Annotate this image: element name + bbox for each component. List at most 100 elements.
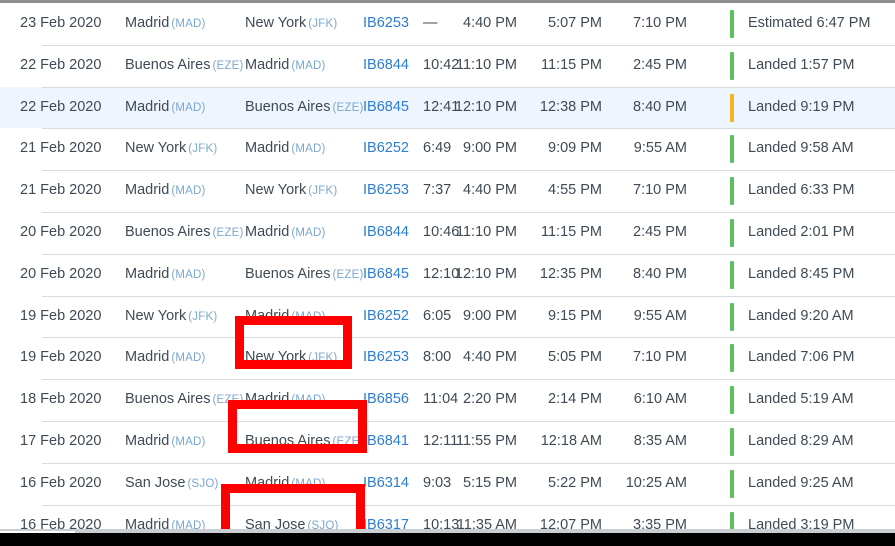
cell-origin-city: Buenos Aires: [125, 223, 211, 240]
cell-flight-number-link[interactable]: IB6314: [363, 463, 409, 505]
browser-top-chrome: [0, 0, 895, 3]
cell-origin-city: Buenos Aires: [125, 391, 211, 408]
cell-flight-number-link[interactable]: IB6253: [363, 170, 409, 212]
table-row[interactable]: 21 Feb 2020 New York (JFK) Madrid (MAD) IB625…: [0, 128, 895, 171]
cell-origin-code: (EZE): [212, 226, 244, 239]
cell-destination[interactable]: New York (JFK): [245, 170, 337, 212]
cell-origin[interactable]: Madrid (MAD): [125, 421, 206, 463]
cell-origin[interactable]: New York (JFK): [125, 128, 217, 170]
cell-status: Landed 9:19 PM: [748, 98, 855, 115]
cell-destination[interactable]: Madrid (MAD): [245, 296, 326, 338]
cell-destination-code: (JFK): [308, 352, 338, 365]
status-indicator-bar: [730, 469, 734, 498]
viewport-bottom-mask: [0, 533, 895, 546]
cell-flight-number-link[interactable]: IB6845: [363, 254, 409, 296]
cell-flight-number-link[interactable]: IB6252: [363, 296, 409, 338]
cell-destination-code: (JFK): [308, 185, 338, 198]
table-row[interactable]: 16 Feb 2020 San Jose (SJO) Madrid (MAD) IB631…: [0, 462, 895, 505]
cell-destination[interactable]: Buenos Aires (EZE): [245, 254, 363, 296]
cell-destination-code: (MAD): [291, 310, 326, 323]
table-row[interactable]: 21 Feb 2020 Madrid (MAD) New York (JFK) IB625…: [0, 170, 895, 212]
cell-origin[interactable]: Buenos Aires (EZE): [125, 45, 243, 87]
table-row[interactable]: 22 Feb 2020 Buenos Aires (EZE) Madrid (MAD) I…: [0, 44, 895, 87]
cell-date: 21 Feb 2020: [20, 140, 102, 157]
cell-destination[interactable]: New York (JFK): [245, 3, 337, 45]
cell-date: 20 Feb 2020: [20, 265, 102, 282]
cell-flight-number-link[interactable]: IB6844: [363, 212, 409, 254]
status-color-orange: [730, 93, 734, 122]
status-color-green: [730, 135, 734, 164]
cell-origin[interactable]: San Jose (SJO): [125, 463, 219, 505]
cell-origin-code: (MAD): [171, 18, 206, 30]
cell-destination[interactable]: Madrid (MAD): [245, 463, 326, 505]
status-indicator-bar: [730, 93, 734, 122]
cell-flight-number-link[interactable]: IB6253: [363, 3, 409, 45]
table-row[interactable]: 19 Feb 2020 New York (JFK) Madrid (MAD) IB625…: [0, 295, 895, 338]
cell-destination-city: Madrid: [245, 391, 290, 408]
status-color-green: [730, 10, 734, 38]
cell-destination-city: New York: [245, 349, 307, 366]
cell-scheduled-arrival: 8:35 AM: [633, 432, 687, 449]
cell-destination-city: Madrid: [245, 56, 290, 73]
status-indicator-bar: [730, 302, 734, 331]
cell-flight-number-link[interactable]: IB6252: [363, 128, 409, 170]
cell-origin[interactable]: Madrid (MAD): [125, 87, 206, 129]
cell-date: 17 Feb 2020: [20, 432, 102, 449]
cell-origin-code: (JFK): [188, 310, 218, 323]
cell-origin[interactable]: Madrid (MAD): [125, 170, 206, 212]
cell-flight-number-link[interactable]: IB6253: [363, 337, 409, 379]
cell-origin[interactable]: Buenos Aires (EZE): [125, 379, 243, 421]
cell-flight-number-link[interactable]: IB6844: [363, 45, 409, 87]
status-color-green: [730, 177, 734, 206]
cell-origin[interactable]: Buenos Aires (EZE): [125, 212, 243, 254]
status-indicator-bar: [730, 427, 734, 456]
cell-destination[interactable]: Buenos Aires (EZE): [245, 87, 363, 129]
table-row[interactable]: 20 Feb 2020 Madrid (MAD) Buenos Aires (EZE) I…: [0, 253, 895, 296]
cell-destination[interactable]: Madrid (MAD): [245, 379, 326, 421]
cell-origin[interactable]: Madrid (MAD): [125, 3, 206, 45]
cell-flight-number-link[interactable]: IB6856: [363, 379, 409, 421]
cell-origin[interactable]: Madrid (MAD): [125, 337, 206, 379]
cell-date: 19 Feb 2020: [20, 307, 102, 324]
cell-status: Estimated 6:47 PM: [748, 15, 871, 31]
cell-origin[interactable]: New York (JFK): [125, 296, 217, 338]
cell-origin-code: (MAD): [171, 101, 206, 114]
cell-scheduled-arrival: 10:25 AM: [625, 474, 687, 491]
cell-origin[interactable]: Madrid (MAD): [125, 254, 206, 296]
table-row[interactable]: 18 Feb 2020 Buenos Aires (EZE) Madrid (MAD) I…: [0, 379, 895, 421]
cell-origin-code: (MAD): [171, 185, 206, 198]
cell-date: 22 Feb 2020: [20, 56, 102, 73]
cell-date: 23 Feb 2020: [20, 15, 102, 31]
table-row[interactable]: 22 Feb 2020 Madrid (MAD) Buenos Aires (EZE) I…: [0, 86, 895, 129]
cell-destination-code: (JFK): [308, 18, 338, 30]
cell-flight-number-link[interactable]: IB6845: [363, 87, 409, 129]
status-indicator-bar: [730, 386, 734, 415]
cell-destination[interactable]: Madrid (MAD): [245, 45, 326, 87]
cell-status: Landed 6:33 PM: [748, 182, 855, 199]
cell-origin-code: (MAD): [171, 352, 206, 365]
status-color-green: [730, 344, 734, 373]
status-color-green: [730, 302, 734, 331]
table-row[interactable]: 17 Feb 2020 Madrid (MAD) Buenos Aires (EZE) I…: [0, 420, 895, 463]
status-indicator-bar: [730, 344, 734, 373]
status-color-green: [730, 386, 734, 415]
table-row[interactable]: 23 Feb 2020 Madrid (MAD) New York (JFK) IB625…: [0, 3, 895, 45]
cell-destination[interactable]: Madrid (MAD): [245, 212, 326, 254]
cell-scheduled-arrival: 2:45 PM: [633, 223, 687, 240]
table-row[interactable]: 20 Feb 2020 Buenos Aires (EZE) Madrid (MAD) I…: [0, 211, 895, 254]
cell-destination-city: Madrid: [245, 474, 290, 491]
status-color-green: [730, 218, 734, 247]
cell-destination[interactable]: New York (JFK): [245, 337, 337, 379]
cell-status: Landed 2:01 PM: [748, 223, 855, 240]
cell-destination[interactable]: Madrid (MAD): [245, 128, 326, 170]
cell-origin-city: Madrid: [125, 98, 170, 115]
cell-date: 20 Feb 2020: [20, 223, 102, 240]
cell-date: 19 Feb 2020: [20, 349, 102, 366]
cell-scheduled-arrival: 8:40 PM: [633, 98, 687, 115]
status-color-green: [730, 260, 734, 289]
cell-destination-code: (MAD): [291, 59, 326, 72]
cell-destination[interactable]: Buenos Aires (EZE): [245, 421, 363, 463]
status-color-green: [730, 427, 734, 456]
cell-flight-number-link[interactable]: IB6841: [363, 421, 409, 463]
table-row[interactable]: 19 Feb 2020 Madrid (MAD) New York (JFK) IB625…: [0, 337, 895, 380]
